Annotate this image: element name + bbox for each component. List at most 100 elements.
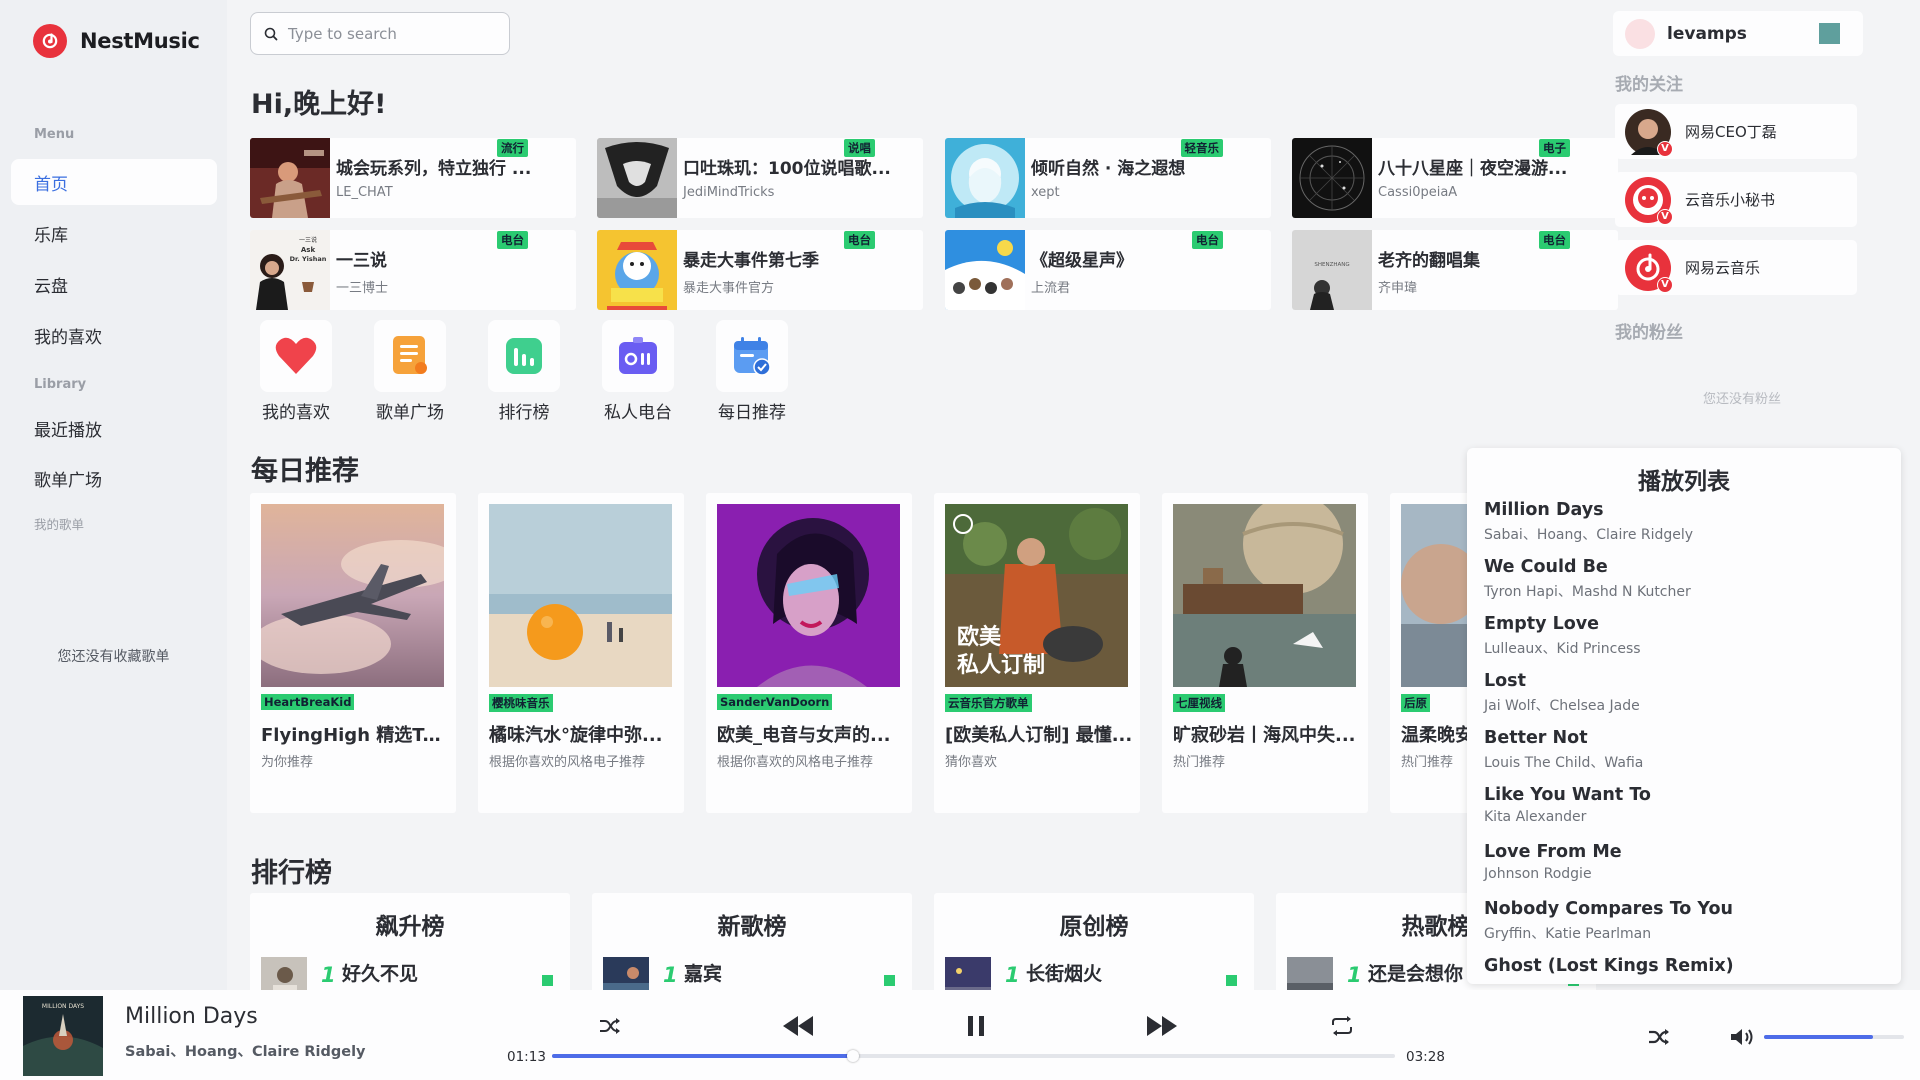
current-time: 01:13 [507, 1049, 546, 1065]
total-time: 03:28 [1406, 1049, 1445, 1065]
next-button[interactable] [1144, 1010, 1180, 1042]
daily-card-subtitle: 热门推荐 [1401, 755, 1454, 770]
playlist-item[interactable]: Better Not Louis The Child、Wafia [1484, 728, 1891, 785]
playlist-item[interactable]: Nobody Compares To You Gryffin、Katie Pear… [1484, 899, 1891, 956]
rank-card[interactable]: 原创榜 1 长街烟火 [934, 893, 1254, 1003]
repeat-icon [1330, 1015, 1354, 1037]
heart-icon [274, 336, 318, 376]
daily-card-subtitle: 根据你喜欢的风格电子推荐 [489, 755, 646, 770]
shortcut-charts[interactable]: 排行榜 [474, 320, 574, 423]
quick-card[interactable]: 暴走大事件第七季 暴走大事件官方 电台 [597, 230, 923, 310]
playlist-item[interactable]: We Could Be Tyron Hapi、Mashd N Kutcher [1484, 557, 1891, 614]
quick-card-title: 八十八星座｜夜空漫游... [1378, 159, 1568, 179]
sidebar-item-label: 我的喜欢 [34, 327, 102, 348]
app-logo[interactable]: NestMusic [33, 24, 200, 58]
shortcut-label: 私人电台 [604, 403, 672, 423]
search-box[interactable]: Type to search [250, 12, 510, 55]
sidebar-item-cloud[interactable]: 云盘 [11, 261, 217, 307]
playlist-song-artist: Johnson Rodgie [1484, 866, 1592, 882]
playlist-square-icon [390, 335, 430, 377]
playlist-item[interactable]: Lost Jai Wolf、Chelsea Jade [1484, 671, 1891, 728]
user-profile[interactable]: levamps [1613, 11, 1863, 56]
sidebar-item-liked[interactable]: 我的喜欢 [11, 312, 217, 358]
rank-song-title[interactable]: 好久不见 [342, 959, 418, 986]
quick-card-title: 城会玩系列，特立独行 ... [336, 159, 532, 179]
sidebar-item-playlist-square[interactable]: 歌单广场 [11, 455, 217, 501]
repeat-button[interactable] [1328, 1012, 1356, 1040]
sidebar-item-label: 云盘 [34, 276, 68, 297]
progress-knob[interactable] [846, 1050, 859, 1062]
quick-card-cover: 一三说 Ask Dr. Yishan [250, 230, 330, 310]
cover-text: 一三说 [299, 236, 317, 244]
play-mode-button[interactable] [1645, 1024, 1673, 1050]
sidebar-item-label: 首页 [34, 174, 68, 195]
quick-card[interactable]: 口吐珠玑：100位说唱歌... JediMindTricks 说唱 [597, 138, 923, 218]
playlist-song-name: Like You Want To [1484, 785, 1651, 805]
playlist-song-artist: Lulleaux、Kid Princess [1484, 641, 1641, 657]
quick-card[interactable]: 一三说 Ask Dr. Yishan 一三说 一三博士 电台 [250, 230, 576, 310]
daily-card-title: 欧美_电音与女声的... [717, 725, 891, 746]
quick-card-title: 暴走大事件第七季 [683, 251, 819, 271]
quick-card[interactable]: 倾听自然 · 海之遐想 xept 轻音乐 [945, 138, 1271, 218]
genre-tag: 流行 [497, 139, 528, 157]
shortcut-daily[interactable]: 每日推荐 [702, 320, 802, 423]
quick-card[interactable]: 《超级星声》 上流君 电台 [945, 230, 1271, 310]
rank-card-title: 原创榜 [1059, 914, 1129, 940]
playlist-song-artist: Louis The Child、Wafia [1484, 755, 1644, 771]
rank-card[interactable]: 飙升榜 1 好久不见 [250, 893, 570, 1003]
previous-button[interactable] [780, 1010, 816, 1042]
daily-card-tag: 后原 [1401, 694, 1430, 712]
rank-card-title: 飙升榜 [375, 914, 445, 940]
progress-bar[interactable] [552, 1050, 1395, 1062]
pause-icon [967, 1015, 985, 1037]
sidebar-item-label: 歌单广场 [34, 470, 102, 491]
shuffle-button[interactable] [596, 1012, 624, 1040]
daily-card-cover [261, 504, 444, 687]
shortcut-label: 排行榜 [498, 403, 550, 423]
daily-card[interactable]: 欧美 私人订制 云音乐官方歌单 [欧美私人订制] 最懂... 猜你喜欢 [934, 493, 1140, 813]
shortcut-playlist-square[interactable]: 歌单广场 [360, 320, 460, 423]
playlist-item[interactable]: Love From Me Johnson Rodgie [1484, 842, 1891, 899]
playlist-song-name: Nobody Compares To You [1484, 899, 1733, 919]
playlist-item[interactable]: Million Days Sabai、Hoang、Claire Ridgely [1484, 500, 1891, 557]
following-item[interactable]: V 云音乐小秘书 [1615, 172, 1857, 227]
shortcut-radio[interactable]: 私人电台 [588, 320, 688, 423]
sidebar-item-library[interactable]: 乐库 [11, 210, 217, 256]
following-item[interactable]: V 网易CEO丁磊 [1615, 104, 1857, 159]
volume-slider[interactable] [1764, 1035, 1904, 1039]
next-icon [1145, 1015, 1179, 1037]
rank-song-title[interactable]: 长街烟火 [1026, 959, 1102, 986]
now-playing-artist[interactable]: Sabai、Hoang、Claire Ridgely [125, 1040, 366, 1061]
following-item[interactable]: V 网易云音乐 [1615, 240, 1857, 295]
progress-fill [552, 1054, 853, 1058]
sidebar-item-home[interactable]: 首页 [11, 159, 217, 205]
daily-card[interactable]: 樱桃味音乐 橘味汽水°旋律中弥... 根据你喜欢的风格电子推荐 [478, 493, 684, 813]
quick-card-cover [597, 230, 677, 310]
search-input[interactable]: Type to search [288, 25, 397, 43]
now-playing-cover[interactable]: MILLION DAYS [23, 996, 103, 1076]
daily-card[interactable]: 七厘视线 旷寂砂岩丨海风中失... 热门推荐 [1162, 493, 1368, 813]
quick-card[interactable]: 城会玩系列，特立独行 ... LE_CHAT 流行 [250, 138, 576, 218]
quick-card-subtitle: 暴走大事件官方 [683, 281, 775, 296]
rank-card[interactable]: 新歌榜 1 嘉宾 [592, 893, 912, 1003]
sidebar-item-recent[interactable]: 最近播放 [11, 405, 217, 451]
fans-heading: 我的粉丝 [1615, 323, 1683, 343]
playlist-item[interactable]: Empty Love Lulleaux、Kid Princess [1484, 614, 1891, 671]
volume-button[interactable] [1728, 1024, 1756, 1050]
shortcut-liked[interactable]: 我的喜欢 [246, 320, 346, 423]
pause-button[interactable] [964, 1010, 988, 1042]
quick-card-subtitle: 齐申瑋 [1378, 281, 1418, 296]
user-menu-square[interactable] [1819, 23, 1840, 44]
quick-card[interactable]: 八十八星座｜夜空漫游... Cassi0peiaA 电子 [1292, 138, 1618, 218]
cover-text: Ask [301, 246, 316, 254]
playlist-item[interactable]: Like You Want To Kita Alexander [1484, 785, 1891, 842]
now-playing-title[interactable]: Million Days [125, 1004, 258, 1029]
shuffle-icon [598, 1016, 622, 1036]
no-fans-text: 您还没有粉丝 [1703, 392, 1782, 407]
daily-card[interactable]: HeartBreaKid FlyingHigh 精选Tra... 为你推荐 [250, 493, 456, 813]
quick-card[interactable]: SHENZHANG 老齐的翻唱集 齐申瑋 电台 [1292, 230, 1618, 310]
daily-card[interactable]: SanderVanDoorn 欧美_电音与女声的... 根据你喜欢的风格电子推荐 [706, 493, 912, 813]
rank-song-title[interactable]: 嘉宾 [684, 959, 722, 986]
rank-song-title[interactable]: 还是会想你 [1368, 959, 1463, 986]
playlist-item[interactable]: Ghost (Lost Kings Remix) [1484, 956, 1891, 984]
